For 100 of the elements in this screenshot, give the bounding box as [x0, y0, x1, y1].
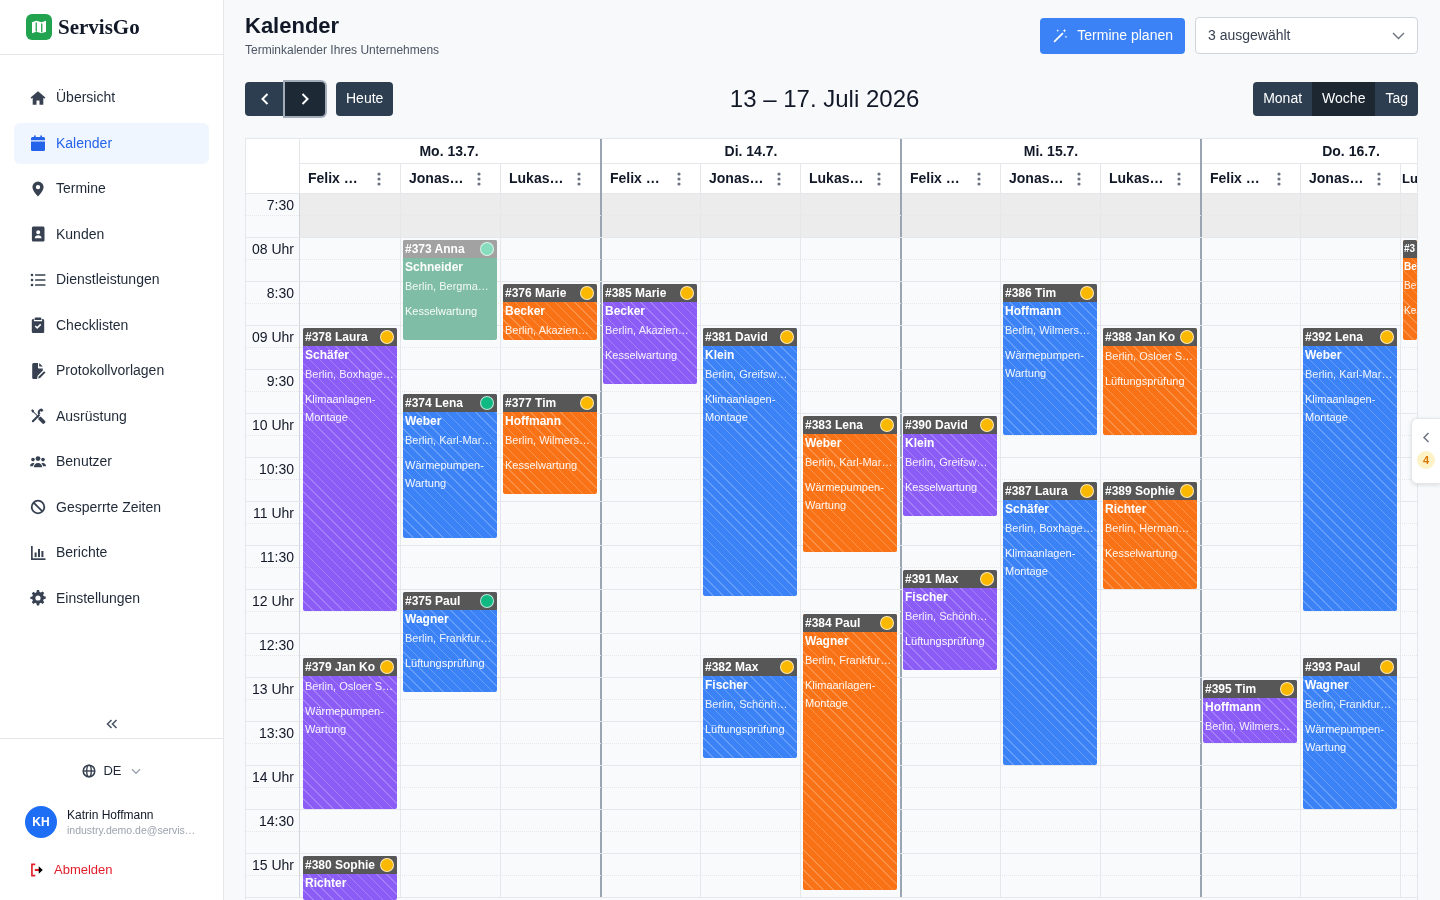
more-options-icon[interactable] [477, 171, 481, 186]
appointment-service: Kesselwartung [1105, 546, 1179, 561]
view-tab[interactable]: Tag [1375, 81, 1418, 116]
resource-select[interactable]: 3 ausgewählt [1195, 17, 1418, 54]
nav-item[interactable]: Ausrüstung [14, 395, 209, 437]
nav-item[interactable]: Gesperrte Zeiten [14, 486, 209, 528]
appointment-card[interactable]: #393 Paul Wagner Berlin, Frankfur… Wärmepumpen-Wartung [1303, 658, 1397, 809]
resource-name: Jonas… [1309, 169, 1364, 188]
plan-appointments-button[interactable]: Termine planen [1040, 17, 1185, 54]
chevron-left-icon [261, 92, 269, 105]
appointment-title: #387 Laura Schäfer [1005, 483, 1069, 518]
page-subtitle: Terminkalender Ihres Unternehmens [245, 42, 440, 58]
appointment-address: Be [1404, 279, 1417, 293]
nav-item[interactable]: Benutzer [14, 441, 209, 482]
appointment-service: Klimaanlagen-Montage [1305, 392, 1377, 425]
chevron-down-icon [130, 767, 141, 775]
appointment-card[interactable]: #392 Lena Weber Berlin, Karl-Mar… Klimaanlagen-Montage [1303, 328, 1397, 611]
tools-icon [30, 408, 46, 424]
page-title: Kalender [245, 13, 341, 39]
next-button[interactable] [285, 81, 325, 116]
language-select[interactable]: DE [82, 763, 141, 779]
appointment-title: #393 Paul Wagner [1305, 659, 1362, 694]
appointment-card[interactable]: #375 Paul Wagner Berlin, Frankfur… Lüftungsprüfung [403, 592, 497, 692]
appointment-card[interactable]: #380 Sophie Richter [303, 856, 397, 900]
appointment-title: #376 Marie Becker [505, 285, 568, 320]
user-name: Katrin Hoffmann [67, 807, 155, 823]
more-options-icon[interactable] [677, 171, 681, 186]
contact-book-icon [30, 226, 46, 242]
appointment-title: #3 Be [1404, 242, 1417, 274]
view-tab[interactable]: Monat [1253, 81, 1313, 116]
time-label: 8:30 [266, 284, 294, 302]
more-options-icon[interactable] [977, 171, 981, 186]
appointment-card[interactable]: #3 Be Be Ke [1403, 240, 1417, 340]
appointment-card[interactable]: #383 Lena Weber Berlin, Karl-Mar… Wärmepumpen-Wartung [803, 416, 897, 553]
nav-item[interactable]: Kalender [14, 122, 209, 164]
appointment-service: Ke [1404, 304, 1417, 318]
appointment-service: Klimaanlagen-Montage [305, 392, 377, 425]
resource-name: Felix … [308, 169, 358, 188]
appointment-card[interactable]: #378 Laura Schäfer Berlin, Boxhage… Klimaanlagen-Montage [303, 328, 397, 611]
appointment-title: #378 Laura Schäfer [305, 329, 369, 364]
view-tab[interactable]: Woche [1312, 81, 1376, 116]
appointment-address: Berlin, Schönh… [905, 609, 989, 624]
appointment-card[interactable]: #384 Paul Wagner Berlin, Frankfur… Klimaanlagen-Montage [803, 614, 897, 890]
previous-button[interactable] [245, 81, 285, 116]
nav-item[interactable]: Kunden [14, 213, 209, 255]
appointment-card[interactable]: #395 Tim Hoffmann Berlin, Wilmers… [1203, 680, 1297, 743]
time-label: 08 Uhr [251, 240, 294, 258]
appointment-card[interactable]: #381 David Klein Berlin, Greifsw… Klimaanlagen-Montage [703, 328, 797, 597]
appointment-address: Berlin, Akazien… [605, 323, 690, 338]
logout-link[interactable]: Abmelden [30, 862, 113, 878]
appointment-title: #379 Jan Ko [305, 659, 377, 676]
time-label: 09 Uhr [251, 328, 294, 346]
appointment-address: Berlin, Wilmers… [1205, 719, 1291, 734]
ban-icon [30, 499, 46, 515]
appointment-address: Berlin, Osloer S… [1105, 349, 1195, 364]
appointment-title: #384 Paul Wagner [805, 615, 862, 650]
more-options-icon[interactable] [1377, 171, 1381, 186]
nav-item[interactable]: Übersicht [14, 77, 209, 118]
appointment-card[interactable]: #388 Jan Ko Berlin, Osloer S… Lüftungsprüfung [1103, 328, 1197, 435]
appointment-card[interactable]: #374 Lena Weber Berlin, Karl-Mar… Wärmepumpen-Wartung [403, 394, 497, 538]
appointment-service: Wärmepumpen-Wartung [1305, 722, 1385, 755]
nav-item[interactable]: Dienstleistungen [14, 259, 209, 300]
appointment-card[interactable]: #377 Tim Hoffmann Berlin, Wilmers… Kesselwartung [503, 394, 597, 494]
appointment-title: #391 Max Fischer [905, 571, 960, 606]
appointment-address: Berlin, Boxhage… [305, 367, 395, 382]
appointment-address: Berlin, Wilmers… [505, 433, 591, 448]
appointment-card[interactable]: #382 Max Fischer Berlin, Schönh… Lüftungsprüfung [703, 658, 797, 758]
appointment-card[interactable]: #379 Jan Ko Berlin, Osloer S… Wärmepumpen-Wartung [303, 658, 397, 809]
logout-icon [30, 863, 44, 877]
more-options-icon[interactable] [1177, 171, 1181, 186]
time-label: 11 Uhr [253, 504, 294, 522]
appointment-address: Berlin, Bergma… [405, 279, 490, 294]
more-options-icon[interactable] [1077, 171, 1081, 186]
day-label: Di. 14.7. [724, 141, 778, 161]
resource-name: Lukas… [809, 169, 864, 188]
appointment-card[interactable]: #376 Marie Becker Berlin, Akazien… [503, 284, 597, 340]
nav-item[interactable]: Protokollvorlagen [14, 350, 209, 391]
appointment-card[interactable]: #385 Marie Becker Berlin, Akazien… Kesselwartung [603, 284, 697, 384]
more-options-icon[interactable] [777, 171, 781, 186]
appointment-service: Lüftungsprüfung [905, 634, 986, 649]
today-button[interactable]: Heute [336, 81, 394, 116]
more-options-icon[interactable] [577, 171, 581, 186]
nav-item[interactable]: Termine [14, 168, 209, 209]
appointment-card[interactable]: #389 Sophie Richter Berlin, Herman… Kesselwartung [1103, 482, 1197, 589]
appointment-card[interactable]: #387 Laura Schäfer Berlin, Boxhage… Klimaanlagen-Montage [1003, 482, 1097, 765]
nav-item[interactable]: Checklisten [14, 304, 209, 346]
resource-name: Jonas… [409, 169, 464, 188]
more-options-icon[interactable] [877, 171, 881, 186]
appointment-card[interactable]: #391 Max Fischer Berlin, Schönh… Lüftungsprüfung [903, 570, 997, 670]
nav-item[interactable]: Berichte [14, 532, 209, 573]
more-options-icon[interactable] [1277, 171, 1281, 186]
appointment-address: Berlin, Akazien… [505, 323, 590, 338]
appointment-card[interactable]: #386 Tim Hoffmann Berlin, Wilmers… Wärmepumpen-Wartung [1003, 284, 1097, 435]
nav-item[interactable]: Einstellungen [14, 577, 209, 619]
appointment-address: Berlin, Frankfur… [405, 631, 493, 646]
more-options-icon[interactable] [377, 171, 381, 186]
appointment-card[interactable]: #390 David Klein Berlin, Greifsw… Kesselwartung [903, 416, 997, 516]
chevrons-left-icon[interactable] [105, 719, 118, 729]
user-email: industry.demo.de@servis… [67, 823, 196, 837]
time-label: 12 Uhr [251, 592, 294, 610]
